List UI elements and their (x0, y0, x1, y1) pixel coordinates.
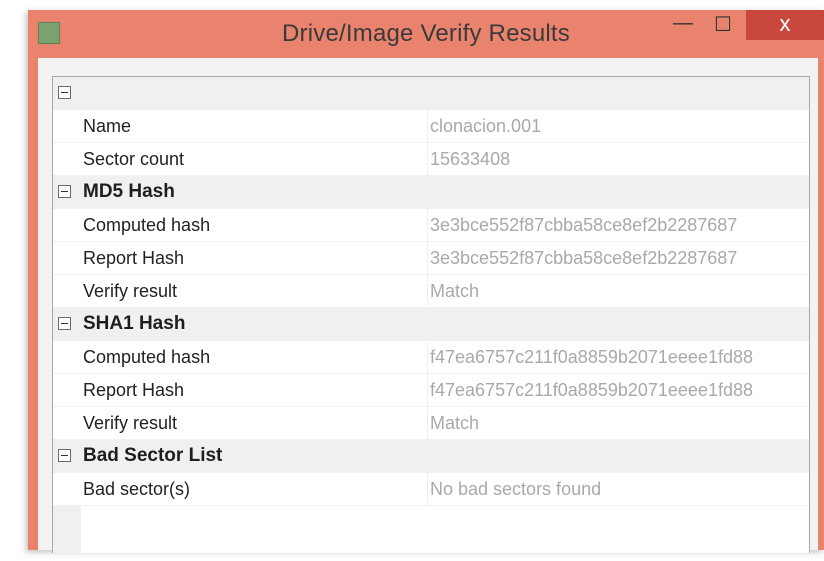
property-row[interactable]: Report Hash 3e3bce552f87cbba58ce8ef2b2287… (53, 242, 809, 275)
property-row[interactable]: Verify result Match (53, 275, 809, 308)
property-name: Bad sector(s) (83, 479, 191, 499)
collapse-icon[interactable] (58, 185, 71, 198)
property-value: Match (427, 275, 809, 307)
category-row[interactable]: SHA1 Hash (53, 308, 809, 341)
property-row[interactable]: Name clonacion.001 (53, 110, 809, 143)
property-value: f47ea6757c211f0a8859b2071eeee1fd88 (427, 374, 809, 406)
close-button[interactable]: x (746, 10, 824, 40)
maximize-button[interactable]: ☐ (708, 12, 738, 36)
title-bar[interactable]: Drive/Image Verify Results — ☐ x (28, 10, 824, 56)
collapse-icon[interactable] (58, 86, 71, 99)
window-client-area: Name clonacion.001 Sector count 15633408 MD5… (38, 58, 818, 553)
category-row[interactable]: MD5 Hash (53, 176, 809, 209)
property-grid[interactable]: Name clonacion.001 Sector count 15633408 MD5… (52, 76, 810, 553)
property-row[interactable]: Verify result Match (53, 407, 809, 440)
property-name: Verify result (83, 281, 178, 301)
collapse-icon[interactable] (58, 449, 71, 462)
property-value: 3e3bce552f87cbba58ce8ef2b2287687 (427, 242, 809, 274)
property-name: Sector count (83, 149, 185, 169)
category-row[interactable]: Bad Sector List (53, 440, 809, 473)
property-value: f47ea6757c211f0a8859b2071eeee1fd88 (427, 341, 809, 373)
property-value: No bad sectors found (427, 473, 809, 505)
category-label: MD5 Hash (83, 181, 175, 202)
property-name: Report Hash (83, 380, 185, 400)
minimize-button[interactable]: — (668, 12, 698, 36)
property-value: clonacion.001 (427, 110, 809, 142)
category-label: SHA1 Hash (83, 313, 186, 334)
property-row[interactable]: Computed hash 3e3bce552f87cbba58ce8ef2b22… (53, 209, 809, 242)
property-name: Verify result (83, 413, 178, 433)
window-title: Drive/Image Verify Results (282, 20, 570, 47)
property-value: 3e3bce552f87cbba58ce8ef2b2287687 (427, 209, 809, 241)
property-value: 15633408 (427, 143, 809, 175)
property-row[interactable]: Report Hash f47ea6757c211f0a8859b2071eeee… (53, 374, 809, 407)
property-value: Match (427, 407, 809, 439)
category-row[interactable] (53, 77, 809, 110)
verify-results-window: Drive/Image Verify Results — ☐ x Name clo… (28, 10, 824, 553)
property-rows: Name clonacion.001 Sector count 15633408 MD5… (53, 77, 809, 506)
property-row[interactable]: Sector count 15633408 (53, 143, 809, 176)
property-name: Report Hash (83, 248, 185, 268)
property-name: Computed hash (83, 347, 211, 367)
property-row[interactable]: Computed hash f47ea6757c211f0a8859b2071ee… (53, 341, 809, 374)
category-label: Bad Sector List (83, 445, 223, 466)
collapse-icon[interactable] (58, 317, 71, 330)
property-row[interactable]: Bad sector(s) No bad sectors found (53, 473, 809, 506)
property-name: Computed hash (83, 215, 211, 235)
property-name: Name (83, 116, 132, 136)
